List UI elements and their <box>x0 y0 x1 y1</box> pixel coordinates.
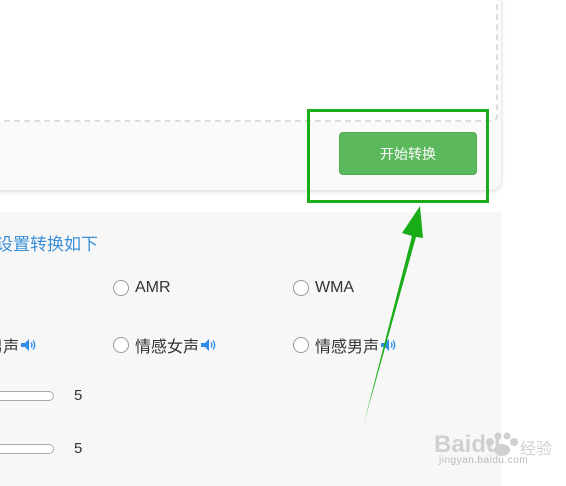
file-drop-zone[interactable] <box>0 0 498 122</box>
voice-label: 情感男声 <box>315 339 380 356</box>
voice-option-emotional-male[interactable]: 情感男声 <box>293 333 398 357</box>
radio-button[interactable] <box>293 280 309 296</box>
speaker-icon[interactable] <box>20 338 38 352</box>
voice-label: 情感女声 <box>135 339 200 356</box>
speed-value: 5 <box>74 387 83 404</box>
format-option-amr[interactable]: AMR <box>113 279 171 297</box>
voice-option-emotional-female[interactable]: 情感女声 <box>113 333 218 357</box>
voice-option-male[interactable]: 男声 <box>0 333 38 357</box>
volume-slider[interactable] <box>0 444 54 454</box>
speaker-icon[interactable] <box>200 338 218 352</box>
format-option-wma[interactable]: WMA <box>293 279 354 297</box>
volume-value: 5 <box>74 440 83 457</box>
speaker-icon[interactable] <box>380 338 398 352</box>
format-label: AMR <box>135 279 171 296</box>
settings-title: 设置转换如下 <box>0 235 98 254</box>
radio-button[interactable] <box>113 280 129 296</box>
start-convert-button[interactable]: 开始转换 <box>339 132 477 175</box>
watermark-site-text: jingyan.baidu.com <box>439 455 529 466</box>
speed-slider[interactable] <box>0 391 54 401</box>
format-label: WMA <box>315 279 355 296</box>
voice-label: 男声 <box>0 339 20 356</box>
radio-button[interactable] <box>293 337 309 353</box>
radio-button[interactable] <box>113 337 129 353</box>
